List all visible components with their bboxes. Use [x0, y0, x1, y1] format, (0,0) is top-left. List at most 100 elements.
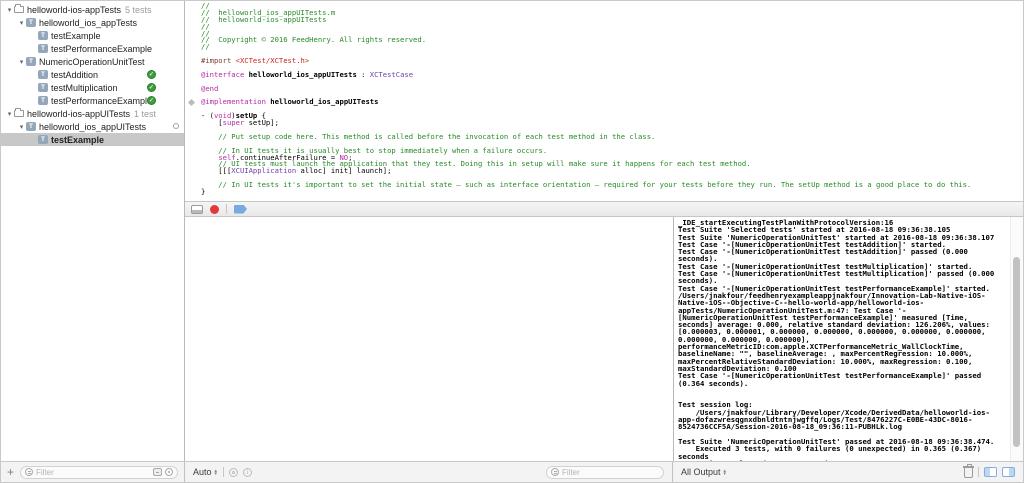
xcode-window: ▾ helloworld-ios-appTests 5 tests ▾ Thellowo… [0, 0, 1024, 483]
test-passed-icon[interactable]: ✓ [147, 70, 156, 79]
folder-icon [14, 4, 24, 13]
disclosure-triangle-icon[interactable]: ▾ [5, 110, 14, 118]
test-navigator-row[interactable]: TtestAddition ✓ [1, 68, 184, 81]
navigator-filter-bar: + [1, 462, 185, 482]
test-class-icon: T [38, 83, 48, 92]
variables-view[interactable] [185, 217, 673, 461]
code-line: // [201, 43, 1023, 51]
test-navigator-row[interactable]: ▾ helloworld-ios-appUITests 1 test [1, 107, 184, 120]
folder-icon [14, 108, 24, 117]
code-line: @implementation helloworld_ios_appUITest… [201, 97, 1023, 107]
test-item-label: testExample [51, 30, 101, 41]
toggle-console-pane-icon[interactable] [1002, 467, 1015, 477]
console-bar-divider [978, 467, 979, 477]
clear-console-icon[interactable] [963, 464, 974, 478]
navigator-filter-input[interactable] [36, 467, 150, 477]
variables-bar-divider [222, 467, 224, 477]
code-line: // helloworld-ios-appUITests [201, 14, 1023, 24]
disclosure-triangle-icon[interactable]: ▾ [17, 123, 26, 131]
console-scope-popup[interactable]: All Output [681, 467, 727, 477]
failed-tests-filter-icon[interactable] [165, 468, 173, 476]
test-navigator-row[interactable]: TtestMultiplication ✓ [1, 81, 184, 94]
code-token: setUp]; [244, 118, 279, 128]
test-item-label: helloworld_ios_appTests [39, 17, 138, 28]
disclosure-triangle-icon[interactable]: ▾ [17, 19, 26, 27]
filter-icon [551, 468, 559, 476]
test-navigator-row[interactable]: TtestExample [1, 29, 184, 42]
quicklook-icon[interactable] [228, 467, 238, 477]
test-navigator-row[interactable]: ▾ T NumericOperationUnitTest [1, 55, 184, 68]
code-token: // Put setup code here. This method is c… [201, 131, 656, 141]
code-token: XCUIApplication [231, 166, 297, 176]
code-token: : [356, 69, 370, 79]
code-line: #import <XCTest/XCTest.h> [201, 56, 1023, 66]
variables-view-bar: Auto [185, 462, 673, 482]
code-token: <XCTest/XCTest.h> [235, 56, 310, 66]
test-passed-icon[interactable]: ✓ [147, 96, 156, 105]
test-navigator-row[interactable]: ▾ Thelloworld_ios_appTests [1, 16, 184, 29]
navigator-filter-field[interactable] [20, 465, 178, 479]
disclosure-triangle-icon[interactable]: ▾ [17, 58, 26, 66]
test-navigator-row[interactable]: TtestExample [1, 133, 184, 146]
test-item-label: NumericOperationUnitTest [39, 56, 145, 67]
test-navigator-row[interactable]: ▾ Thelloworld_ios_appUITests [1, 120, 184, 133]
info-icon[interactable] [242, 467, 252, 477]
add-button[interactable]: + [7, 466, 14, 478]
test-navigator-list: ▾ helloworld-ios-appTests 5 tests ▾ Thellowo… [1, 3, 184, 146]
bottom-bar: + Auto All Output [1, 461, 1023, 482]
test-passed-icon[interactable]: ✓ [147, 83, 156, 92]
test-class-icon: T [38, 31, 48, 40]
console-bar: All Output [673, 462, 1023, 482]
filter-icon [25, 468, 34, 476]
code-line: } [201, 188, 1023, 196]
test-class-icon: T [26, 57, 36, 66]
console-pane[interactable]: _IDE_startExecutingTestPlanWithProtocolV… [673, 217, 1023, 461]
test-class-icon: T [26, 18, 36, 27]
code-token: @interface [201, 69, 245, 79]
toggle-variables-pane-icon[interactable] [984, 467, 997, 477]
flagged-tests-filter-icon[interactable] [153, 468, 162, 476]
test-navigator: ▾ helloworld-ios-appTests 5 tests ▾ Thellowo… [1, 1, 185, 461]
variables-filter-field[interactable] [546, 465, 664, 479]
test-item-label: testPerformanceExample [51, 95, 153, 106]
code-line: // [201, 23, 1023, 31]
debug-bar-divider [226, 204, 227, 214]
code-token: helloworld_ios_appUITests [270, 97, 379, 107]
editor-code: //// helloworld_ios_appUITests.m// hello… [201, 2, 1023, 201]
code-token: XCTestCase [369, 69, 414, 79]
hide-debug-area-icon[interactable] [191, 204, 203, 214]
code-line: @interface helloworld_ios_appUITests : X… [201, 69, 1023, 79]
breakpoint-icon[interactable] [234, 204, 247, 214]
code-line: @end [201, 85, 1023, 93]
console-scrollbar-thumb[interactable] [1013, 257, 1020, 447]
console-scrollbar-track[interactable] [1010, 217, 1023, 461]
test-item-label: testExample [51, 134, 105, 145]
test-diamond-icon[interactable] [187, 98, 196, 106]
console-output: _IDE_startExecutingTestPlanWithProtocolV… [678, 218, 995, 461]
test-navigator-row[interactable]: TtestPerformanceExample [1, 42, 184, 55]
test-item-label: helloworld-ios-appUITests [27, 108, 131, 119]
test-navigator-row[interactable]: ▾ helloworld-ios-appTests 5 tests [1, 3, 184, 16]
debug-bar [185, 201, 1023, 217]
code-line: // Copyright © 2016 FeedHenry. All right… [201, 35, 1023, 45]
code-line: [[[XCUIApplication alloc] init] launch]; [201, 166, 1023, 176]
editor-column: //// helloworld_ios_appUITests.m// hello… [185, 1, 1023, 461]
code-token: [[[ [201, 166, 232, 176]
code-token: // helloworld-ios-appUITests [201, 14, 327, 24]
code-token: super [222, 118, 245, 128]
code-token: // Copyright © 2016 FeedHenry. All right… [201, 35, 427, 45]
main-area: ▾ helloworld-ios-appTests 5 tests ▾ Thellowo… [1, 1, 1023, 461]
variables-scope-popup[interactable]: Auto [193, 467, 218, 477]
record-icon[interactable] [210, 204, 219, 214]
test-navigator-row[interactable]: TtestPerformanceExample ✓ [1, 94, 184, 107]
variables-filter-input[interactable] [562, 467, 659, 477]
disclosure-triangle-icon[interactable]: ▾ [5, 6, 14, 14]
source-editor[interactable]: //// helloworld_ios_appUITests.m// hello… [185, 1, 1023, 201]
test-class-icon: T [38, 70, 48, 79]
